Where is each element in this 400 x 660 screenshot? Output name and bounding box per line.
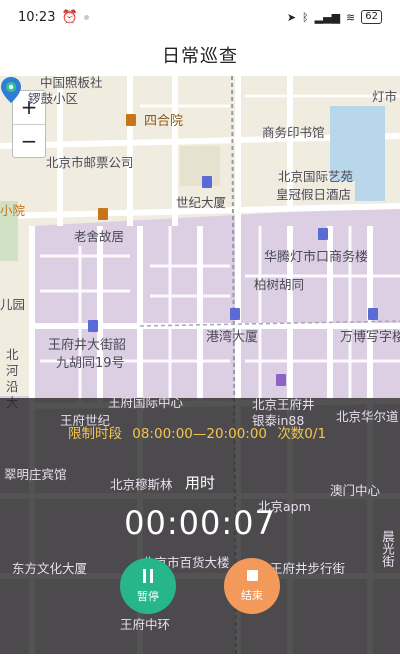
map-label: 灯市 xyxy=(372,89,398,104)
map-label: 华腾灯市口商务楼 xyxy=(264,250,369,265)
map-label: 商务印书馆 xyxy=(262,125,325,140)
location-arrow-icon: ➤ xyxy=(286,10,297,24)
bluetooth-icon: ᛒ xyxy=(302,10,309,24)
map-label: 九胡同19号 xyxy=(56,356,125,371)
map-label: 老舍故居 xyxy=(74,229,125,244)
building-icon xyxy=(88,320,98,332)
patrol-panel: 王府国际中心 北京王府井 银泰in88 王府世纪 北京华尔道 翠明庄宾馆 北京穆… xyxy=(0,395,400,660)
map-label: 万博写字楼 xyxy=(340,330,400,345)
museum-icon xyxy=(98,208,108,220)
map-label: 四合院 xyxy=(144,114,184,129)
map-label: 王府国际中心 xyxy=(108,395,184,410)
status-bar: 10:23 ⏰ ➤ ᛒ ▂▄▆ ≋ 62 xyxy=(0,0,400,34)
current-location-pin-icon xyxy=(1,77,21,103)
patrol-count: 次数0/1 xyxy=(277,426,327,442)
pause-label: 暂停 xyxy=(137,589,159,603)
shopping-icon xyxy=(276,374,286,386)
map-label: 王府中环 xyxy=(120,617,171,632)
building-icon xyxy=(318,228,328,240)
elapsed-timer: 00:00:07 xyxy=(124,504,276,542)
stop-icon xyxy=(246,569,258,581)
limit-range: 08:00:00—20:00:00 xyxy=(132,426,268,442)
map-label: 世纪大厦 xyxy=(176,195,227,210)
page-title: 日常巡查 xyxy=(162,46,238,67)
nav-bar: 日常巡查 xyxy=(0,34,400,76)
battery-indicator: 62 xyxy=(361,10,382,24)
signal-icon: ▂▄▆ xyxy=(314,10,341,24)
map-label: 北京市邮票公司 xyxy=(46,155,134,170)
pause-icon xyxy=(143,568,153,583)
end-label: 结束 xyxy=(241,588,263,602)
map-label: 儿园 xyxy=(0,297,26,312)
alarm-icon: ⏰ xyxy=(61,9,78,25)
map-label: 锣鼓小区 xyxy=(28,91,79,106)
temple-icon xyxy=(126,114,136,126)
limit-label: 限制时段 xyxy=(67,426,122,442)
end-button[interactable]: 结束 xyxy=(224,558,280,614)
time-limit-info: 限制时段 08:00:00—20:00:00 次数0/1 xyxy=(0,422,400,442)
map-label: 柏树胡同 xyxy=(254,277,305,292)
wifi-icon: ≋ xyxy=(346,10,356,24)
building-icon xyxy=(202,176,212,188)
map-label: 王府井大街韶 xyxy=(48,338,127,353)
building-icon xyxy=(230,308,240,320)
map-label: 皇冠假日酒店 xyxy=(276,187,352,202)
map-label: 北京国际艺苑 xyxy=(278,169,354,184)
building-icon xyxy=(368,308,378,320)
elapsed-label: 用时 xyxy=(184,474,215,492)
map-label: 小院 xyxy=(0,203,26,218)
map-label: 港湾大厦 xyxy=(206,330,259,345)
map-label: 王府井步行街 xyxy=(270,561,346,576)
status-time: 10:23 xyxy=(18,9,56,25)
bottom-tab-bar xyxy=(0,654,400,660)
notification-dot-icon xyxy=(83,14,89,20)
zoom-out-button[interactable]: − xyxy=(13,125,45,158)
pause-button[interactable]: 暂停 xyxy=(120,558,176,614)
map-label: 东方文化大厦 xyxy=(12,561,88,576)
